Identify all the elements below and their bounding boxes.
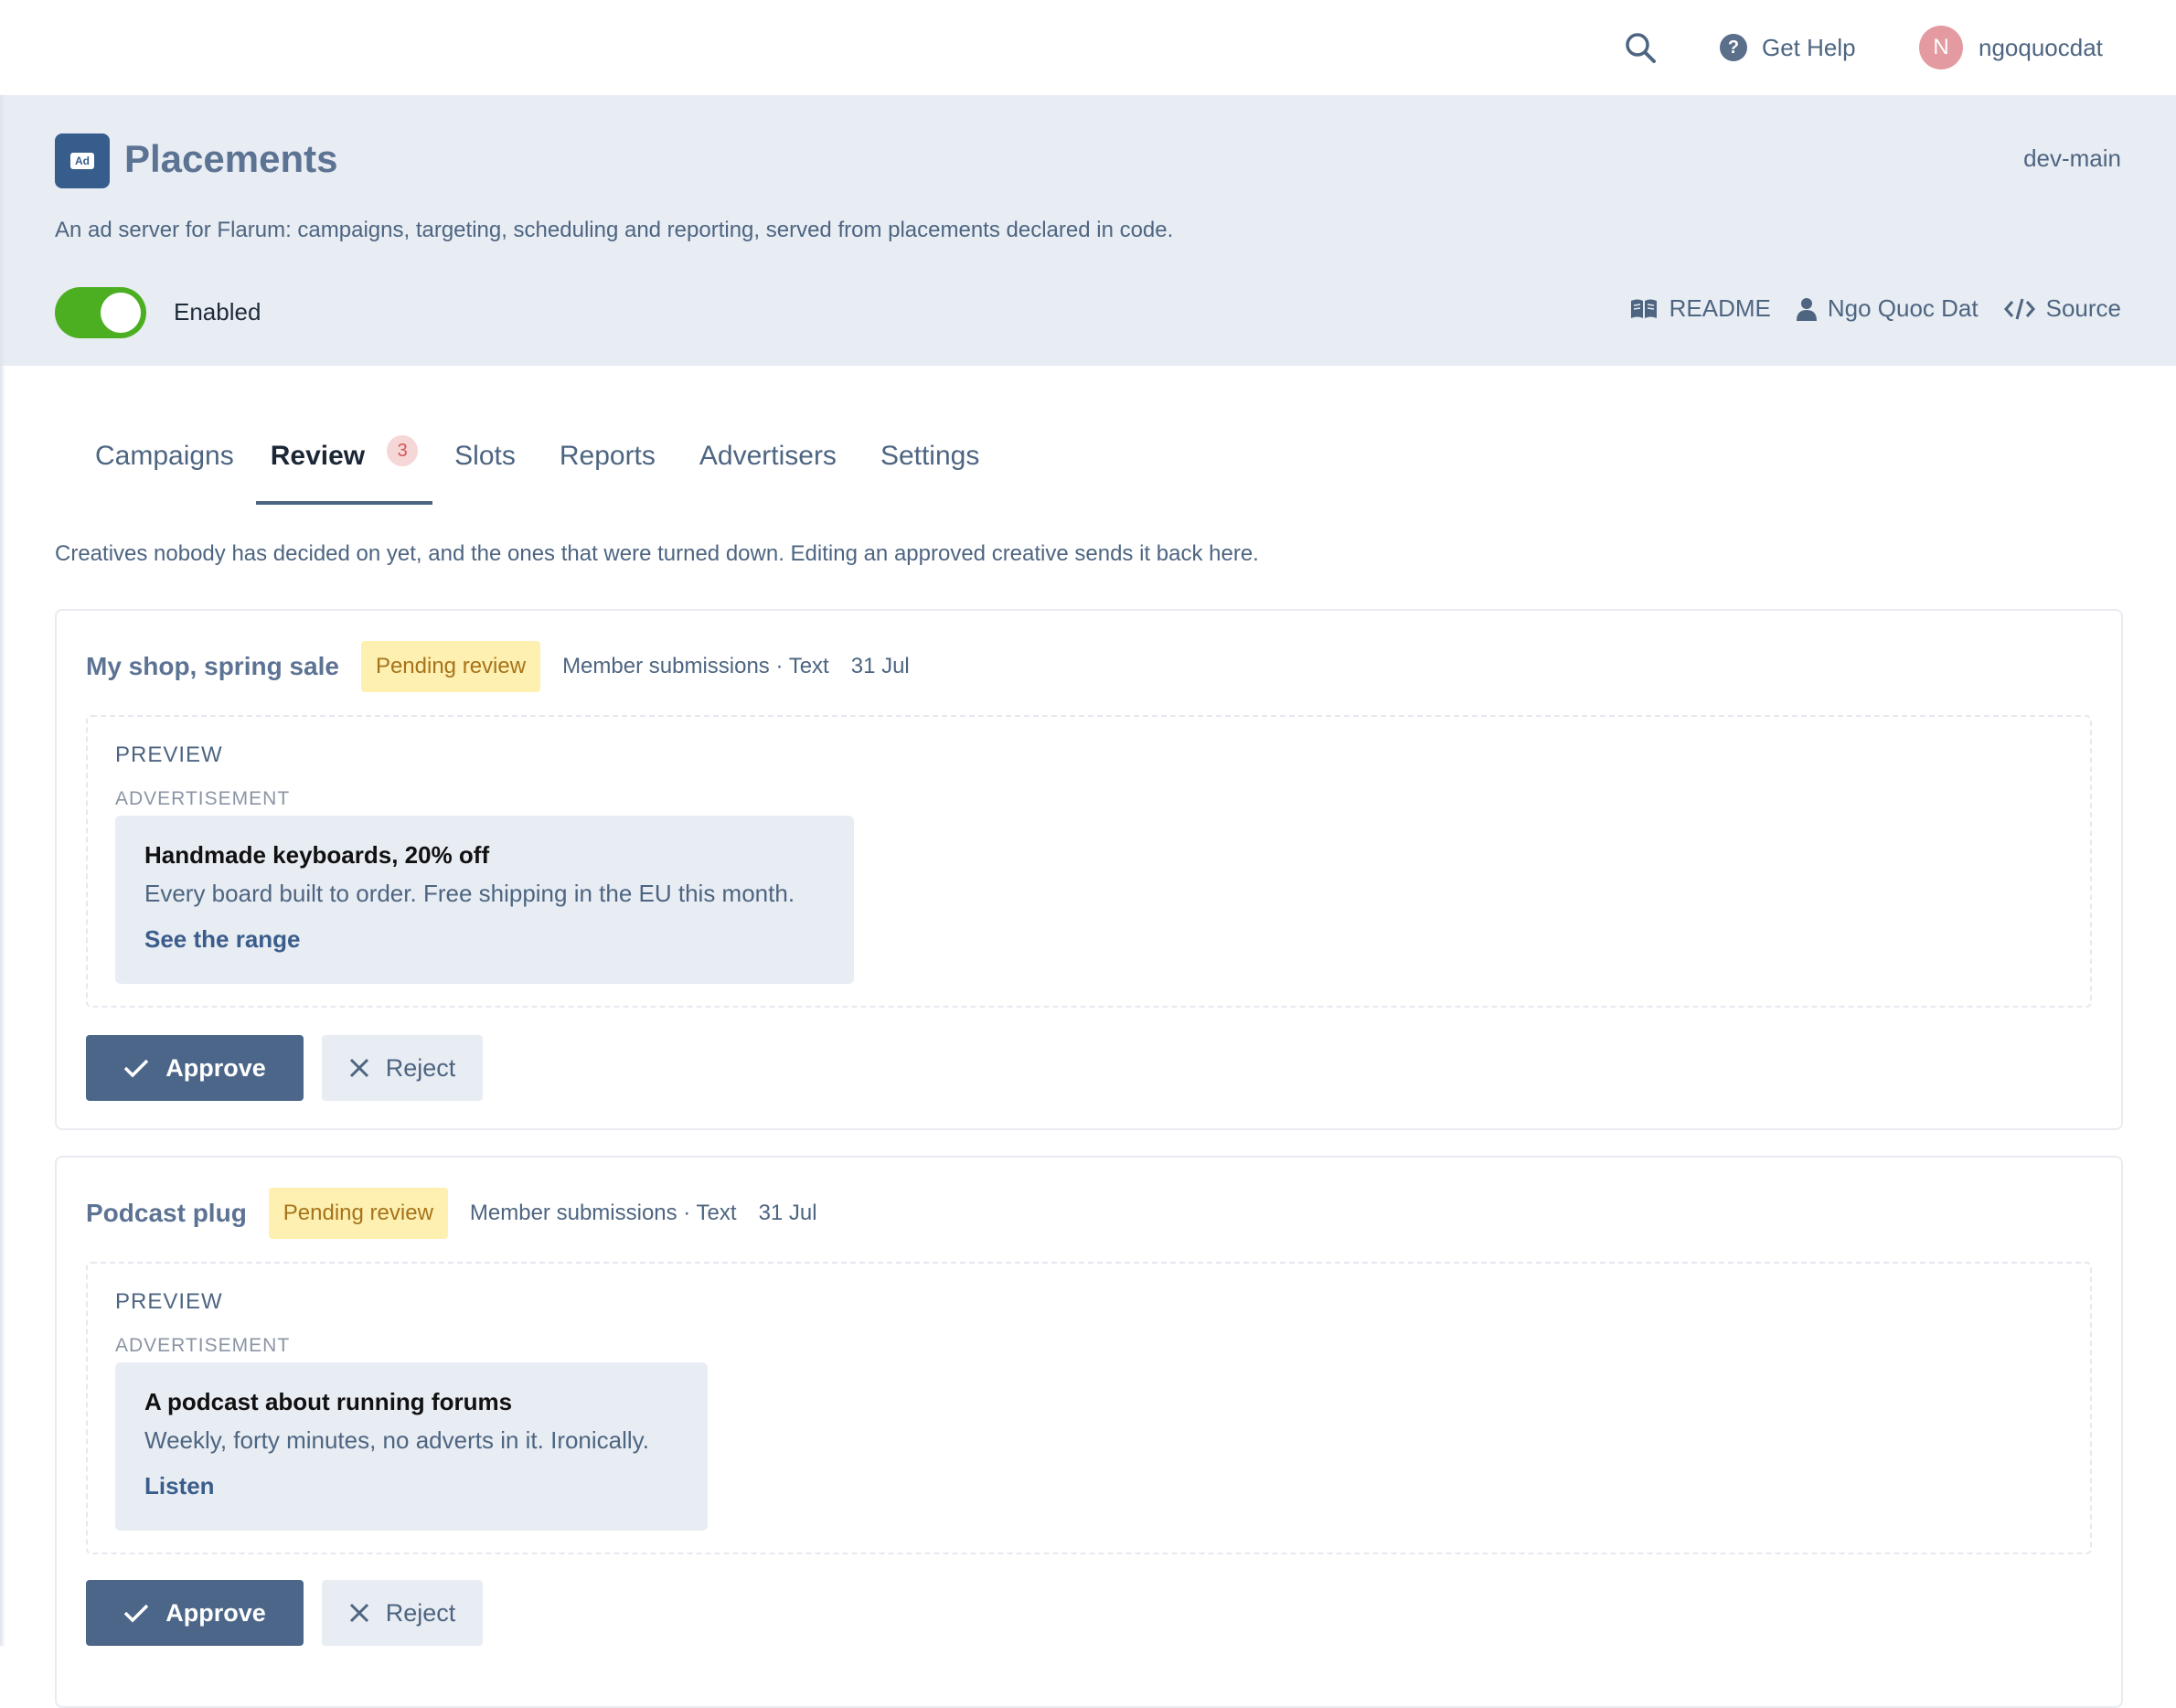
left-shadow: [0, 95, 5, 1646]
approve-label: Approve: [165, 1598, 266, 1627]
tab-label: Review: [270, 441, 366, 471]
tab-reports[interactable]: Reports: [538, 441, 677, 505]
creative-meta: Member submissions · Text: [562, 654, 829, 678]
approve-button[interactable]: Approve: [86, 1035, 304, 1101]
extension-icon: Ad: [55, 133, 110, 188]
reject-label: Reject: [385, 1053, 456, 1082]
card-header: My shop, spring sale Pending review Memb…: [86, 638, 910, 695]
tab-label: Settings: [880, 441, 980, 471]
status-badge: Pending review: [360, 641, 541, 692]
ad-headline: Handmade keyboards, 20% off: [144, 841, 490, 869]
question-circle-icon: ?: [1720, 34, 1747, 61]
ad-link[interactable]: See the range: [144, 925, 301, 954]
tab-label: Slots: [454, 441, 516, 471]
avatar: N: [1919, 26, 1963, 69]
tab-label: Advertisers: [699, 441, 837, 471]
toggle-knob: [101, 293, 141, 333]
reject-label: Reject: [385, 1598, 456, 1627]
get-help-button[interactable]: ? Get Help: [1720, 27, 1856, 68]
book-icon: [1630, 299, 1657, 318]
author-label: Ngo Quoc Dat: [1827, 294, 1979, 322]
ad-preview: A podcast about running forums Weekly, f…: [115, 1362, 708, 1531]
check-icon: [123, 1604, 149, 1623]
extension-description: An ad server for Flarum: campaigns, targ…: [55, 218, 1174, 242]
advertisement-label: ADVERTISEMENT: [115, 1335, 291, 1356]
creative-meta: Member submissions · Text: [469, 1201, 737, 1225]
preview-box: PREVIEW ADVERTISEMENT Handmade keyboards…: [86, 715, 2092, 1008]
version-label: dev-main: [2023, 144, 2121, 172]
ad-preview: Handmade keyboards, 20% off Every board …: [115, 816, 854, 984]
creative-title: My shop, spring sale: [86, 652, 339, 680]
enabled-toggle[interactable]: [55, 287, 146, 338]
tab-label: Campaigns: [95, 441, 234, 471]
creative-date: 31 Jul: [850, 654, 910, 678]
card-header: Podcast plug Pending review Member submi…: [86, 1185, 817, 1242]
source-link[interactable]: Source: [2003, 294, 2121, 323]
creative-date: 31 Jul: [758, 1201, 817, 1225]
tab-campaigns[interactable]: Campaigns: [73, 441, 256, 505]
approve-label: Approve: [165, 1053, 266, 1082]
tab-label: Reports: [559, 441, 656, 471]
preview-box: PREVIEW ADVERTISEMENT A podcast about ru…: [86, 1262, 2092, 1554]
tab-bar: Campaigns Review 3 Slots Reports Adverti…: [73, 435, 1001, 505]
close-icon: [349, 1058, 368, 1078]
review-intro-text: Creatives nobody has decided on yet, and…: [55, 541, 1259, 566]
advertisement-label: ADVERTISEMENT: [115, 788, 291, 809]
tab-review[interactable]: Review 3: [255, 435, 433, 505]
author-link[interactable]: Ngo Quoc Dat: [1796, 294, 1979, 323]
enabled-label: Enabled: [174, 298, 261, 326]
tab-advertisers[interactable]: Advertisers: [677, 441, 859, 505]
review-count-badge: 3: [387, 435, 419, 466]
search-icon[interactable]: [1623, 30, 1658, 65]
preview-label: PREVIEW: [115, 1289, 223, 1314]
reject-button[interactable]: Reject: [322, 1035, 483, 1101]
review-card: Podcast plug Pending review Member submi…: [55, 1156, 2123, 1708]
ad-headline: A podcast about running forums: [144, 1388, 513, 1415]
top-bar: ? Get Help N ngoquocdat: [0, 0, 2176, 95]
username: ngoquocdat: [1979, 33, 2103, 61]
tab-slots[interactable]: Slots: [432, 441, 538, 505]
approve-button[interactable]: Approve: [86, 1580, 304, 1646]
page-title: Placements: [124, 137, 338, 180]
review-card: My shop, spring sale Pending review Memb…: [55, 609, 2123, 1130]
preview-label: PREVIEW: [115, 742, 223, 767]
ad-body: Weekly, forty minutes, no adverts in it.…: [144, 1426, 649, 1454]
status-badge: Pending review: [268, 1188, 448, 1239]
reject-button[interactable]: Reject: [322, 1580, 483, 1646]
creative-title: Podcast plug: [86, 1199, 247, 1227]
code-icon: [2003, 298, 2035, 319]
ad-link[interactable]: Listen: [144, 1472, 215, 1500]
readme-link[interactable]: README: [1629, 294, 1771, 323]
get-help-label: Get Help: [1762, 33, 1856, 61]
tab-settings[interactable]: Settings: [859, 441, 1001, 505]
extension-links: README Ngo Quoc Dat Source: [1604, 294, 2121, 323]
close-icon: [349, 1603, 368, 1623]
user-icon: [1796, 297, 1817, 321]
ad-icon: Ad: [70, 153, 94, 169]
check-icon: [123, 1059, 149, 1078]
ad-body: Every board built to order. Free shippin…: [144, 880, 795, 907]
readme-label: README: [1669, 294, 1771, 322]
source-label: Source: [2045, 294, 2121, 322]
user-menu[interactable]: N ngoquocdat: [1919, 25, 2103, 70]
